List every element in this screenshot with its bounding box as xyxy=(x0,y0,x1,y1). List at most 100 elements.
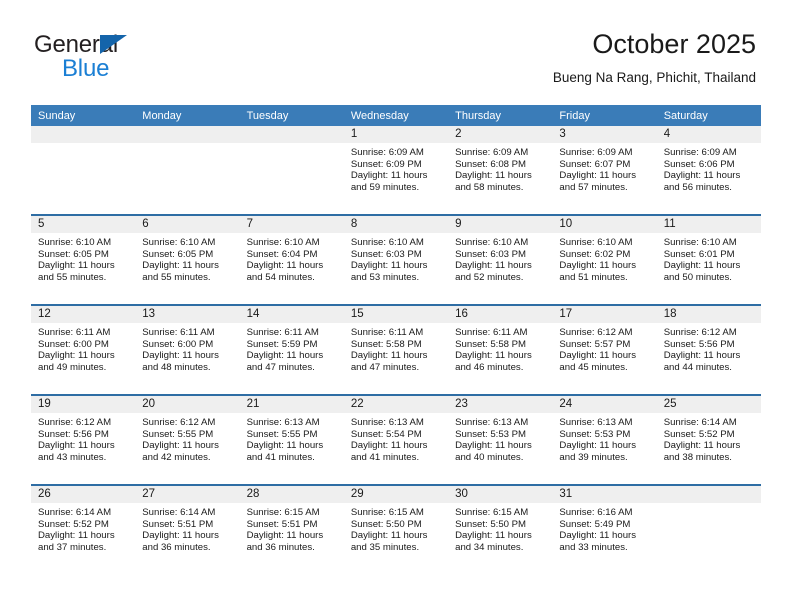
daylight-text-line1: Daylight: 11 hours xyxy=(663,170,741,182)
day-cell[interactable]: 23 Sunrise: 6:13 AM Sunset: 5:53 PM Dayligh… xyxy=(448,394,553,485)
daylight-text-line1: Daylight: 11 hours xyxy=(455,530,532,542)
day-cell[interactable]: 11 Sunrise: 6:10 AM Sunset: 6:01 PM Dayligh… xyxy=(656,214,761,305)
day-cell[interactable]: 28 Sunrise: 6:15 AM Sunset: 5:51 PM Dayligh… xyxy=(239,484,344,574)
daylight-text-line2: and 50 minutes. xyxy=(663,271,732,283)
day-details: Sunrise: 6:10 AM Sunset: 6:03 PM Daylight:… xyxy=(448,233,552,283)
sunrise-text: Sunrise: 6:09 AM xyxy=(455,147,529,158)
day-cell[interactable]: 25 Sunrise: 6:14 AM Sunset: 5:52 PM Dayligh… xyxy=(656,394,761,485)
day-cell[interactable]: 13 Sunrise: 6:11 AM Sunset: 6:00 PM Dayligh… xyxy=(135,304,240,395)
day-cell[interactable]: 4 Sunrise: 6:09 AM Sunset: 6:06 PM Daylight… xyxy=(656,126,761,215)
daylight-text-line1: Daylight: 11 hours xyxy=(559,530,637,542)
day-number: 11 xyxy=(656,216,761,233)
sunset-text: Sunset: 5:49 PM xyxy=(559,518,631,530)
day-cell[interactable]: 9 Sunrise: 6:10 AM Sunset: 6:03 PM Daylight… xyxy=(448,214,553,305)
daylight-text-line1: Daylight: 11 hours xyxy=(350,260,428,272)
day-cell[interactable]: 19 Sunrise: 6:12 AM Sunset: 5:56 PM Dayligh… xyxy=(31,394,136,485)
week-row: 1 Sunrise: 6:09 AM Sunset: 6:09 PM Daylight… xyxy=(31,126,761,215)
sunset-text: Sunset: 6:05 PM xyxy=(38,248,109,260)
sunset-text: Sunset: 6:07 PM xyxy=(559,158,631,170)
day-cell[interactable]: 31 Sunrise: 6:16 AM Sunset: 5:49 PM Dayligh… xyxy=(552,484,657,574)
day-details: Sunrise: 6:16 AM Sunset: 5:49 PM Daylight:… xyxy=(552,503,656,553)
sunrise-text: Sunrise: 6:10 AM xyxy=(663,237,737,248)
general-blue-logo[interactable]: General Blue xyxy=(34,32,274,92)
title-block: October 2025 Bueng Na Rang, Phichit, Tha… xyxy=(553,28,756,87)
daylight-text-line1: Daylight: 11 hours xyxy=(455,170,532,182)
sunrise-text: Sunrise: 6:11 AM xyxy=(142,327,215,338)
day-number: 9 xyxy=(448,216,553,233)
day-number: 5 xyxy=(31,216,136,233)
sunset-text: Sunset: 5:56 PM xyxy=(38,428,109,440)
day-cell[interactable]: 14 Sunrise: 6:11 AM Sunset: 5:59 PM Dayligh… xyxy=(239,304,344,395)
day-cell[interactable]: 17 Sunrise: 6:12 AM Sunset: 5:57 PM Dayligh… xyxy=(552,304,657,395)
day-cell[interactable]: 16 Sunrise: 6:11 AM Sunset: 5:58 PM Dayligh… xyxy=(448,304,553,395)
day-details: Sunrise: 6:10 AM Sunset: 6:05 PM Daylight:… xyxy=(31,233,135,283)
daylight-text-line2: and 44 minutes. xyxy=(663,361,732,373)
daylight-text-line1: Daylight: 11 hours xyxy=(142,350,219,362)
day-cell[interactable]: 15 Sunrise: 6:11 AM Sunset: 5:58 PM Dayligh… xyxy=(343,304,449,395)
day-of-week-header-row: Sunday Monday Tuesday Wednesday Thursday… xyxy=(31,105,761,126)
day-cell[interactable]: 2 Sunrise: 6:09 AM Sunset: 6:08 PM Daylight… xyxy=(448,126,553,215)
day-cell[interactable]: 7 Sunrise: 6:10 AM Sunset: 6:04 PM Daylight… xyxy=(239,214,344,305)
day-cell[interactable]: 21 Sunrise: 6:13 AM Sunset: 5:55 PM Dayligh… xyxy=(239,394,344,485)
day-number: 31 xyxy=(552,486,657,503)
daylight-text-line1: Daylight: 11 hours xyxy=(663,440,741,452)
day-details: Sunrise: 6:11 AM Sunset: 5:59 PM Daylight:… xyxy=(240,323,344,373)
sunrise-text: Sunrise: 6:11 AM xyxy=(350,327,424,338)
day-number: 12 xyxy=(31,306,136,323)
daylight-text-line2: and 53 minutes. xyxy=(350,271,420,283)
sunrise-text: Sunrise: 6:11 AM xyxy=(246,327,319,338)
day-cell[interactable]: 18 Sunrise: 6:12 AM Sunset: 5:56 PM Dayligh… xyxy=(656,304,761,395)
logo-triangle-icon xyxy=(100,35,127,54)
day-cell[interactable] xyxy=(135,126,240,215)
day-number: 24 xyxy=(552,396,657,413)
daylight-text-line1: Daylight: 11 hours xyxy=(350,350,428,362)
day-cell[interactable]: 30 Sunrise: 6:15 AM Sunset: 5:50 PM Dayligh… xyxy=(448,484,553,574)
sunrise-text: Sunrise: 6:15 AM xyxy=(246,507,320,518)
day-details: Sunrise: 6:10 AM Sunset: 6:01 PM Daylight:… xyxy=(657,233,761,283)
day-number: 13 xyxy=(135,306,240,323)
day-details: Sunrise: 6:12 AM Sunset: 5:55 PM Daylight:… xyxy=(135,413,239,463)
day-cell[interactable]: 1 Sunrise: 6:09 AM Sunset: 6:09 PM Daylight… xyxy=(343,126,449,215)
daylight-text-line1: Daylight: 11 hours xyxy=(455,260,532,272)
day-details: Sunrise: 6:10 AM Sunset: 6:04 PM Daylight:… xyxy=(240,233,344,283)
day-details: Sunrise: 6:13 AM Sunset: 5:53 PM Daylight:… xyxy=(552,413,656,463)
day-cell[interactable]: 8 Sunrise: 6:10 AM Sunset: 6:03 PM Daylight… xyxy=(343,214,449,305)
sunset-text: Sunset: 5:53 PM xyxy=(455,428,527,440)
day-cell[interactable]: 27 Sunrise: 6:14 AM Sunset: 5:51 PM Dayligh… xyxy=(135,484,240,574)
day-cell[interactable] xyxy=(656,484,761,574)
sunset-text: Sunset: 5:50 PM xyxy=(350,518,422,530)
daylight-text-line1: Daylight: 11 hours xyxy=(455,350,532,362)
daylight-text-line1: Daylight: 11 hours xyxy=(38,260,115,272)
day-cell[interactable] xyxy=(239,126,344,215)
day-cell[interactable]: 10 Sunrise: 6:10 AM Sunset: 6:02 PM Dayligh… xyxy=(552,214,657,305)
day-cell[interactable]: 6 Sunrise: 6:10 AM Sunset: 6:05 PM Daylight… xyxy=(135,214,240,305)
sunset-text: Sunset: 5:53 PM xyxy=(559,428,631,440)
day-details: Sunrise: 6:10 AM Sunset: 6:05 PM Daylight:… xyxy=(135,233,239,283)
day-cell[interactable]: 12 Sunrise: 6:11 AM Sunset: 6:00 PM Dayligh… xyxy=(31,304,136,395)
day-details: Sunrise: 6:15 AM Sunset: 5:50 PM Daylight:… xyxy=(448,503,552,553)
daylight-text-line2: and 54 minutes. xyxy=(246,271,315,283)
day-number: 25 xyxy=(656,396,761,413)
day-details: Sunrise: 6:10 AM Sunset: 6:03 PM Daylight:… xyxy=(344,233,448,283)
day-cell[interactable]: 26 Sunrise: 6:14 AM Sunset: 5:52 PM Dayligh… xyxy=(31,484,136,574)
daylight-text-line2: and 51 minutes. xyxy=(559,271,628,283)
day-number: 27 xyxy=(135,486,240,503)
day-cell[interactable]: 29 Sunrise: 6:15 AM Sunset: 5:50 PM Dayligh… xyxy=(343,484,449,574)
daylight-text-line2: and 52 minutes. xyxy=(455,271,524,283)
sunrise-text: Sunrise: 6:13 AM xyxy=(455,417,529,428)
day-number: 8 xyxy=(343,216,449,233)
day-cell[interactable]: 20 Sunrise: 6:12 AM Sunset: 5:55 PM Dayligh… xyxy=(135,394,240,485)
sunrise-text: Sunrise: 6:09 AM xyxy=(350,147,424,158)
sunset-text: Sunset: 5:55 PM xyxy=(142,428,214,440)
day-cell[interactable]: 22 Sunrise: 6:13 AM Sunset: 5:54 PM Dayligh… xyxy=(343,394,449,485)
sunrise-text: Sunrise: 6:12 AM xyxy=(38,417,112,428)
day-header-friday: Friday xyxy=(552,105,657,126)
day-cell[interactable]: 3 Sunrise: 6:09 AM Sunset: 6:07 PM Daylight… xyxy=(552,126,657,215)
day-cell[interactable] xyxy=(31,126,136,215)
day-cell[interactable]: 24 Sunrise: 6:13 AM Sunset: 5:53 PM Dayligh… xyxy=(552,394,657,485)
sunrise-text: Sunrise: 6:15 AM xyxy=(350,507,424,518)
day-details: Sunrise: 6:12 AM Sunset: 5:56 PM Daylight:… xyxy=(657,323,761,373)
sunset-text: Sunset: 5:51 PM xyxy=(142,518,214,530)
daylight-text-line1: Daylight: 11 hours xyxy=(559,260,637,272)
day-cell[interactable]: 5 Sunrise: 6:10 AM Sunset: 6:05 PM Daylight… xyxy=(31,214,136,305)
